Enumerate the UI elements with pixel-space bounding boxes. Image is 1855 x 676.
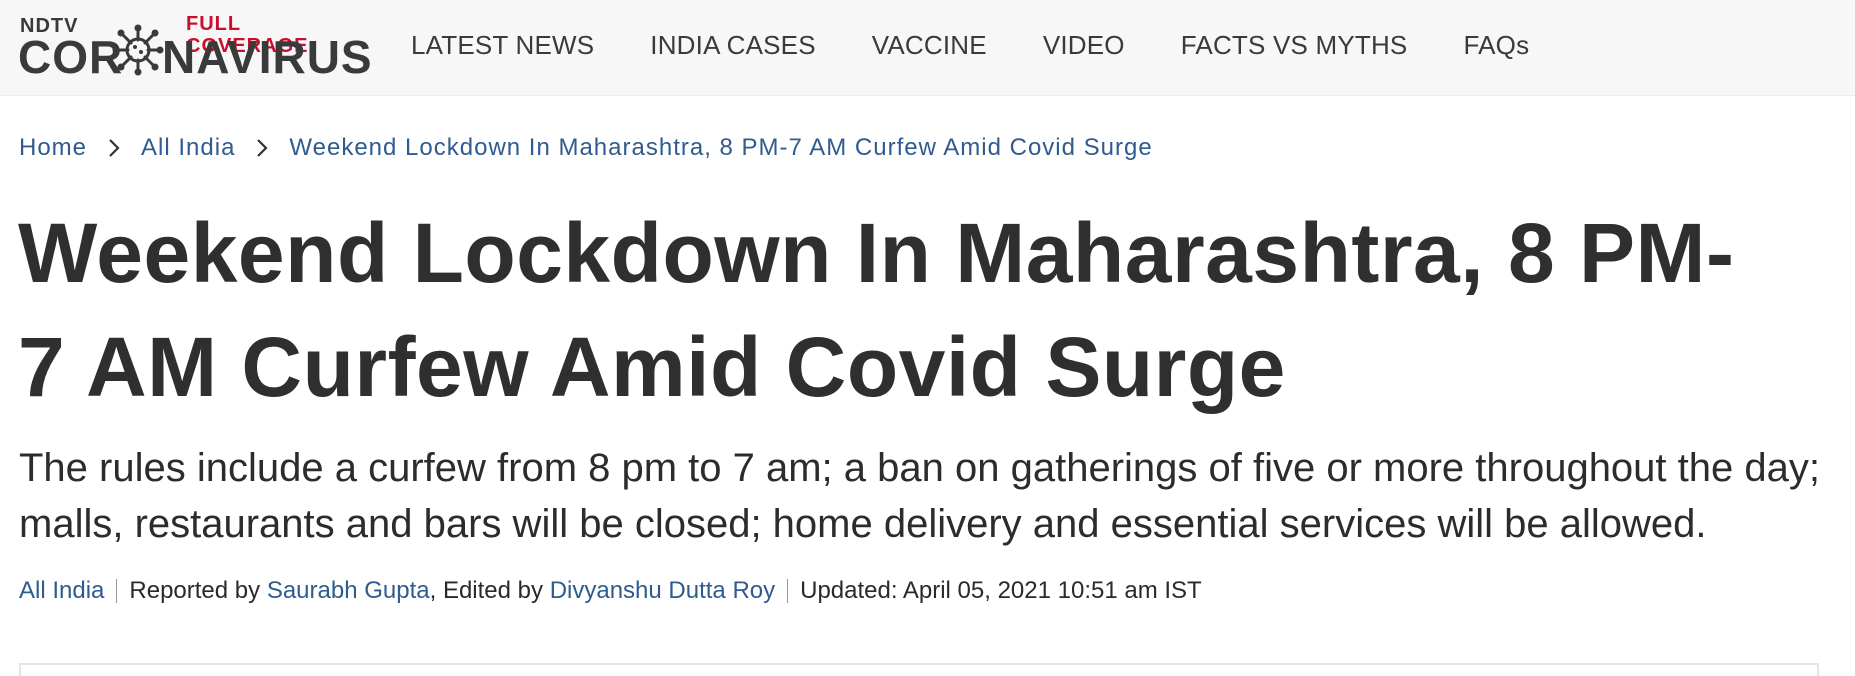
chevron-right-icon — [235, 132, 289, 164]
article-headline: Weekend Lockdown In Maharashtra, 8 PM-7 … — [18, 206, 1735, 414]
byline-divider — [787, 579, 789, 603]
ndtv-coronavirus-logo[interactable]: NDTV FULL COVERAGE COR NAVIRUS — [18, 12, 372, 82]
nav-faqs[interactable]: FAQs — [1463, 30, 1529, 61]
nav-facts-vs-myths[interactable]: FACTS VS MYTHS — [1181, 30, 1408, 61]
byline-divider — [116, 579, 118, 603]
byline-reporter-link[interactable]: Saurabh Gupta — [267, 577, 430, 605]
article-byline: All India Reported by Saurabh Gupta , Ed… — [19, 574, 1202, 608]
article-content-container — [19, 663, 1819, 676]
nav-india-cases[interactable]: INDIA CASES — [650, 30, 815, 61]
byline-category-link[interactable]: All India — [19, 577, 104, 605]
nav-vaccine[interactable]: VACCINE — [872, 30, 987, 61]
byline-editor-link[interactable]: Divyanshu Dutta Roy — [550, 577, 775, 605]
byline-edited-prefix: , Edited by — [429, 577, 550, 604]
article-summary: The rules include a curfew from 8 pm to … — [19, 446, 1820, 546]
breadcrumb: Home All India Weekend Lockdown In Mahar… — [19, 132, 1153, 164]
breadcrumb-home[interactable]: Home — [19, 134, 87, 162]
logo-title-left: COR — [18, 31, 124, 83]
breadcrumb-all-india[interactable]: All India — [141, 134, 235, 162]
breadcrumb-current-article[interactable]: Weekend Lockdown In Maharashtra, 8 PM-7 … — [289, 134, 1152, 162]
byline-reported-prefix: Reported by — [129, 577, 267, 604]
logo-title-right: NAVIRUS — [162, 31, 373, 83]
nav-latest-news[interactable]: LATEST NEWS — [411, 30, 594, 61]
coronavirus-icon — [112, 24, 164, 76]
byline-updated-timestamp: Updated: April 05, 2021 10:51 am IST — [800, 577, 1202, 604]
main-nav: LATEST NEWS INDIA CASES VACCINE VIDEO FA… — [411, 0, 1585, 90]
chevron-right-icon — [87, 132, 141, 164]
nav-video[interactable]: VIDEO — [1043, 30, 1125, 61]
top-navigation-bar: NDTV FULL COVERAGE COR NAVIRUS LATEST NE… — [0, 0, 1855, 96]
